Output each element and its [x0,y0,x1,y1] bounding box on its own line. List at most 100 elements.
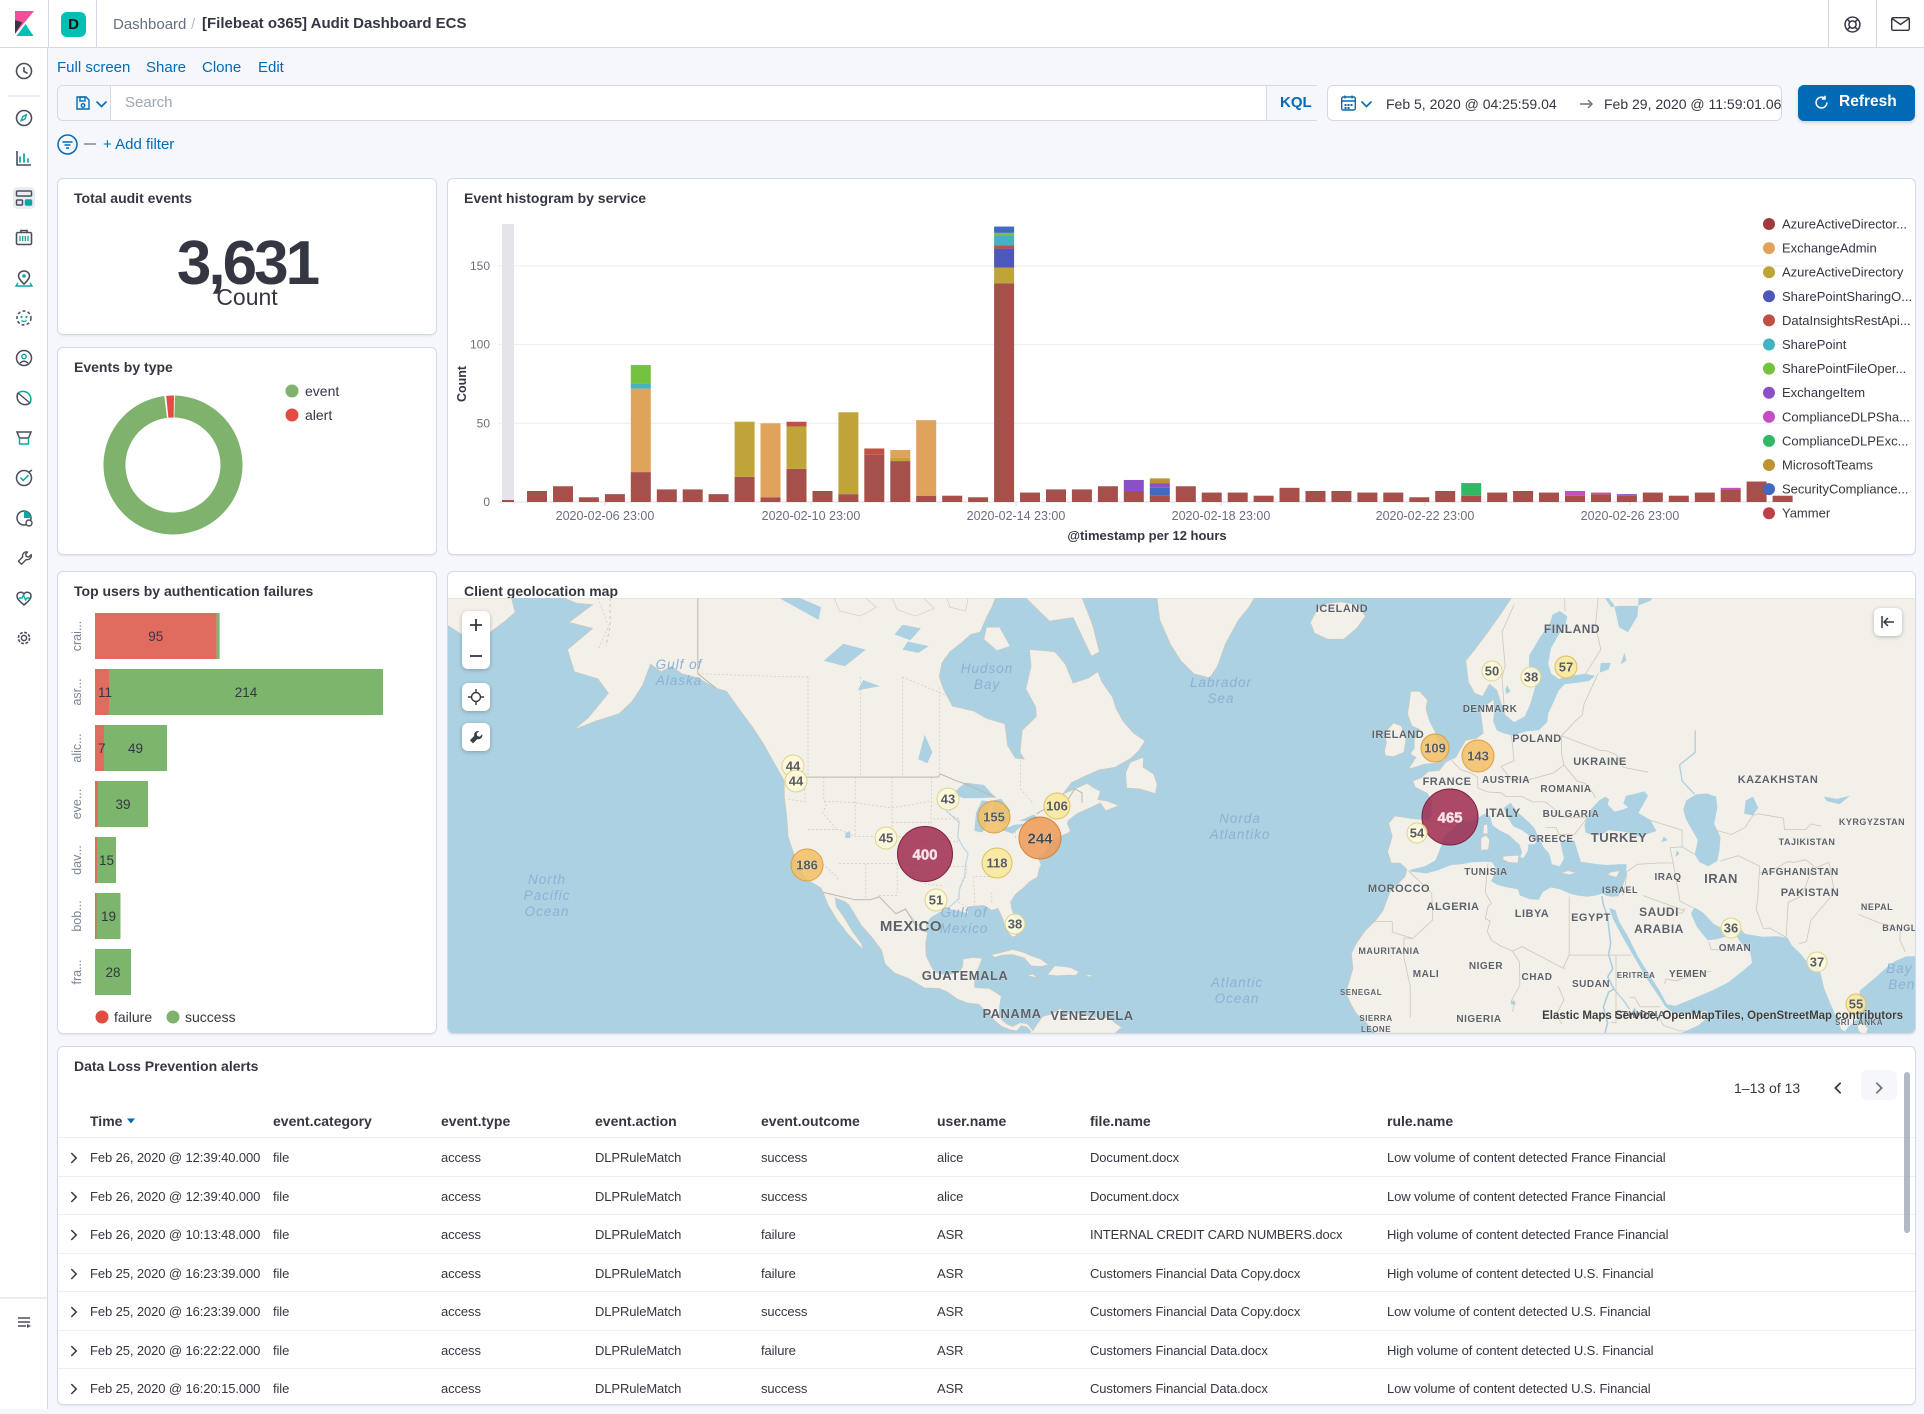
svg-text:155: 155 [983,810,1005,825]
svg-text:PANAMA: PANAMA [982,1006,1041,1021]
svg-text:AzureActiveDirector...: AzureActiveDirector... [1782,217,1907,232]
svg-text:Pacific: Pacific [524,888,571,903]
svg-text:event: event [305,383,339,399]
svg-text:TUNISIA: TUNISIA [1464,867,1508,878]
svg-text:AUSTRIA: AUSTRIA [1482,775,1530,786]
svg-text:Beng: Beng [1888,977,1915,992]
svg-text:KYRGYZSTAN: KYRGYZSTAN [1839,817,1905,827]
svg-text:VENEZUELA: VENEZUELA [1050,1008,1133,1023]
svg-text:109: 109 [1424,741,1446,756]
svg-text:UKRAINE: UKRAINE [1573,756,1627,768]
svg-text:NEPAL: NEPAL [1861,902,1893,912]
svg-text:ALGERIA: ALGERIA [1427,901,1480,913]
svg-text:150: 150 [470,259,490,273]
svg-text:38: 38 [1524,670,1538,685]
svg-text:bob...: bob... [70,900,84,931]
svg-text:106: 106 [1046,799,1068,814]
svg-text:Hudson: Hudson [961,661,1014,676]
svg-text:50: 50 [1485,664,1499,679]
svg-text:TAJIKISTAN: TAJIKISTAN [1779,837,1836,847]
svg-text:Yammer: Yammer [1782,506,1831,521]
svg-text:44: 44 [786,759,801,774]
svg-text:GREECE: GREECE [1528,834,1573,845]
svg-text:eve...: eve... [70,789,84,820]
svg-text:NIGER: NIGER [1469,961,1503,972]
svg-text:44: 44 [789,774,804,789]
svg-text:SharePointSharingO...: SharePointSharingO... [1782,289,1912,304]
svg-text:ComplianceDLPSha...: ComplianceDLPSha... [1782,409,1910,424]
svg-text:7: 7 [98,741,106,756]
svg-text:100: 100 [470,338,490,352]
svg-text:PAKISTAN: PAKISTAN [1781,887,1840,899]
svg-text:39: 39 [115,797,130,812]
svg-text:28: 28 [105,965,120,980]
svg-text:MicrosoftTeams: MicrosoftTeams [1782,458,1874,473]
svg-text:YEMEN: YEMEN [1669,969,1707,980]
svg-text:IRAN: IRAN [1704,871,1738,886]
svg-text:SecurityCompliance...: SecurityCompliance... [1782,482,1908,497]
svg-text:AzureActiveDirectory: AzureActiveDirectory [1782,265,1904,280]
svg-text:2020-02-18 23:00: 2020-02-18 23:00 [1172,509,1271,523]
svg-text:MOROCCO: MOROCCO [1368,883,1430,895]
svg-text:95: 95 [148,629,163,644]
svg-text:Ocean: Ocean [1215,991,1260,1006]
svg-text:186: 186 [796,858,818,873]
svg-text:37: 37 [1810,955,1824,970]
svg-text:50: 50 [477,416,491,430]
svg-text:ERITREA: ERITREA [1617,971,1656,980]
svg-text:ICELAND: ICELAND [1316,603,1368,615]
svg-text:AFGHANISTAN: AFGHANISTAN [1761,867,1839,878]
svg-text:@timestamp per 12 hours: @timestamp per 12 hours [1067,528,1226,543]
svg-text:45: 45 [879,831,893,846]
svg-text:Count: Count [455,365,469,402]
svg-text:ExchangeAdmin: ExchangeAdmin [1782,241,1877,256]
svg-text:43: 43 [941,792,955,807]
svg-text:Bay: Bay [974,677,1001,692]
svg-text:Sea: Sea [1207,691,1234,706]
svg-text:NIGERIA: NIGERIA [1456,1014,1501,1025]
svg-text:CHAD: CHAD [1522,972,1553,983]
svg-text:ROMANIA: ROMANIA [1540,784,1591,795]
svg-text:ARABIA: ARABIA [1634,922,1684,936]
svg-text:LIBYA: LIBYA [1515,908,1550,920]
svg-text:Gulf of: Gulf of [941,905,988,920]
svg-text:118: 118 [987,856,1008,871]
svg-text:SENEGAL: SENEGAL [1340,988,1382,997]
svg-text:57: 57 [1559,660,1573,675]
svg-text:FRANCE: FRANCE [1423,776,1472,788]
svg-text:fra...: fra... [70,959,84,984]
svg-text:Mexico: Mexico [940,921,989,936]
svg-text:BANGLA: BANGLA [1882,923,1915,933]
svg-text:alic...: alic... [70,733,84,762]
svg-text:2020-02-10 23:00: 2020-02-10 23:00 [762,509,861,523]
svg-text:POLAND: POLAND [1512,733,1561,745]
svg-text:failure: failure [114,1009,152,1025]
svg-text:MALI: MALI [1413,969,1439,980]
svg-text:Bay o: Bay o [1886,961,1915,976]
svg-text:ITALY: ITALY [1485,806,1520,820]
svg-text:MEXICO: MEXICO [880,918,942,935]
svg-text:ComplianceDLPExc...: ComplianceDLPExc... [1782,433,1908,448]
svg-text:214: 214 [235,685,258,700]
svg-text:TURKEY: TURKEY [1591,830,1647,845]
svg-text:Labrador: Labrador [1190,675,1252,690]
svg-text:SharePointFileOper...: SharePointFileOper... [1782,361,1906,376]
svg-text:GUATEMALA: GUATEMALA [922,968,1009,983]
svg-text:11: 11 [98,685,112,700]
svg-text:SharePoint: SharePoint [1782,337,1847,352]
svg-text:143: 143 [1467,749,1489,764]
svg-text:BULGARIA: BULGARIA [1543,809,1600,820]
svg-text:IRELAND: IRELAND [1372,729,1424,741]
svg-text:2020-02-14 23:00: 2020-02-14 23:00 [967,509,1066,523]
svg-text:SAUDI: SAUDI [1639,905,1679,919]
svg-text:asr...: asr... [70,678,84,705]
svg-text:dav...: dav... [70,845,84,875]
svg-text:EGYPT: EGYPT [1571,912,1611,924]
svg-text:465: 465 [1437,809,1462,826]
svg-text:0: 0 [483,495,490,509]
svg-text:2020-02-06 23:00: 2020-02-06 23:00 [556,509,655,523]
svg-text:IRAQ: IRAQ [1655,872,1682,883]
svg-text:FINLAND: FINLAND [1544,622,1600,636]
svg-text:alert: alert [305,407,332,423]
svg-text:Elastic Maps Service, OpenMapT: Elastic Maps Service, OpenMapTiles, Open… [1542,1010,1903,1022]
